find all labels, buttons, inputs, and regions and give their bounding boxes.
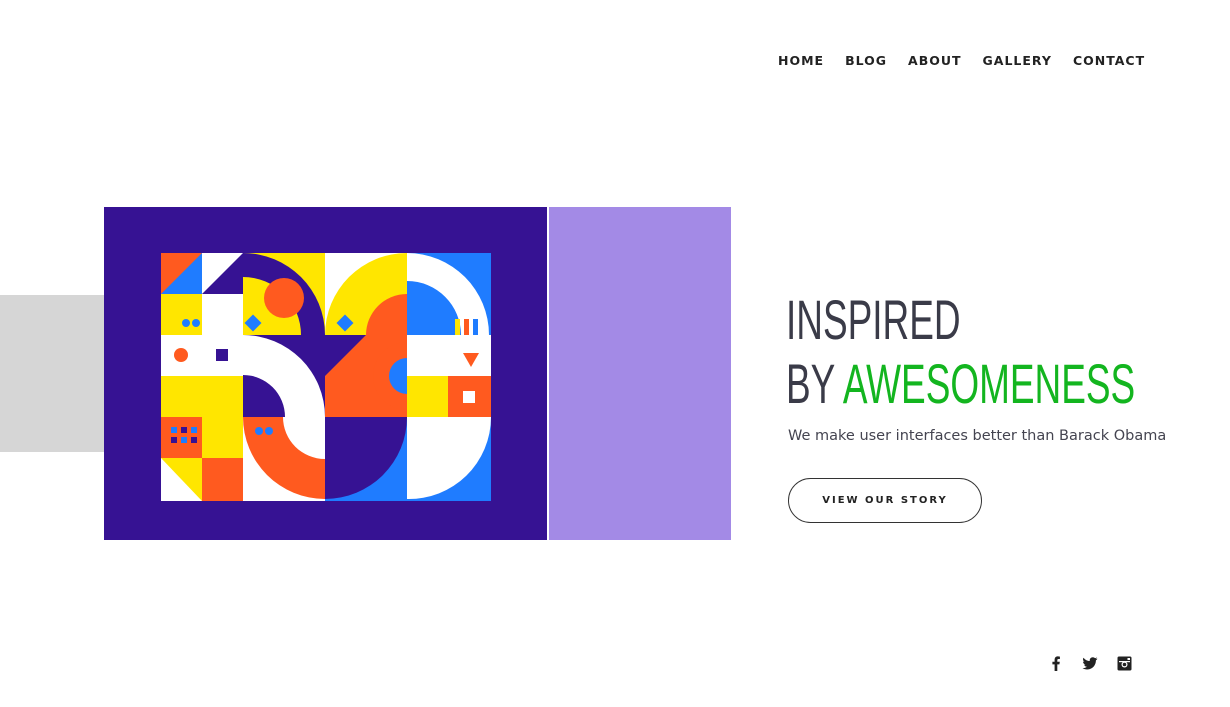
geometric-artwork [161, 253, 491, 501]
nav-home[interactable]: HOME [778, 53, 824, 69]
headline-highlight: AWESOMENESS [842, 352, 1136, 415]
facebook-icon[interactable] [1047, 654, 1065, 672]
decorative-lavender-panel [549, 207, 731, 540]
nav-contact[interactable]: CONTACT [1073, 53, 1145, 69]
decorative-gray-block [0, 295, 104, 452]
instagram-icon[interactable] [1115, 654, 1133, 672]
view-our-story-button[interactable]: VIEW OUR STORY [788, 478, 982, 523]
main-nav: HOME BLOG ABOUT GALLERY CONTACT [778, 53, 1145, 69]
headline-line1: INSPIRED [786, 288, 961, 351]
nav-blog[interactable]: BLOG [845, 53, 887, 69]
twitter-icon[interactable] [1081, 654, 1099, 672]
headline-by: BY [786, 352, 843, 415]
nav-gallery[interactable]: GALLERY [983, 53, 1052, 69]
hero-subtitle: We make user interfaces better than Bara… [788, 428, 1167, 444]
hero-headline: INSPIRED BY AWESOMENESS [786, 288, 1135, 416]
nav-about[interactable]: ABOUT [908, 53, 962, 69]
social-links [1047, 654, 1133, 672]
